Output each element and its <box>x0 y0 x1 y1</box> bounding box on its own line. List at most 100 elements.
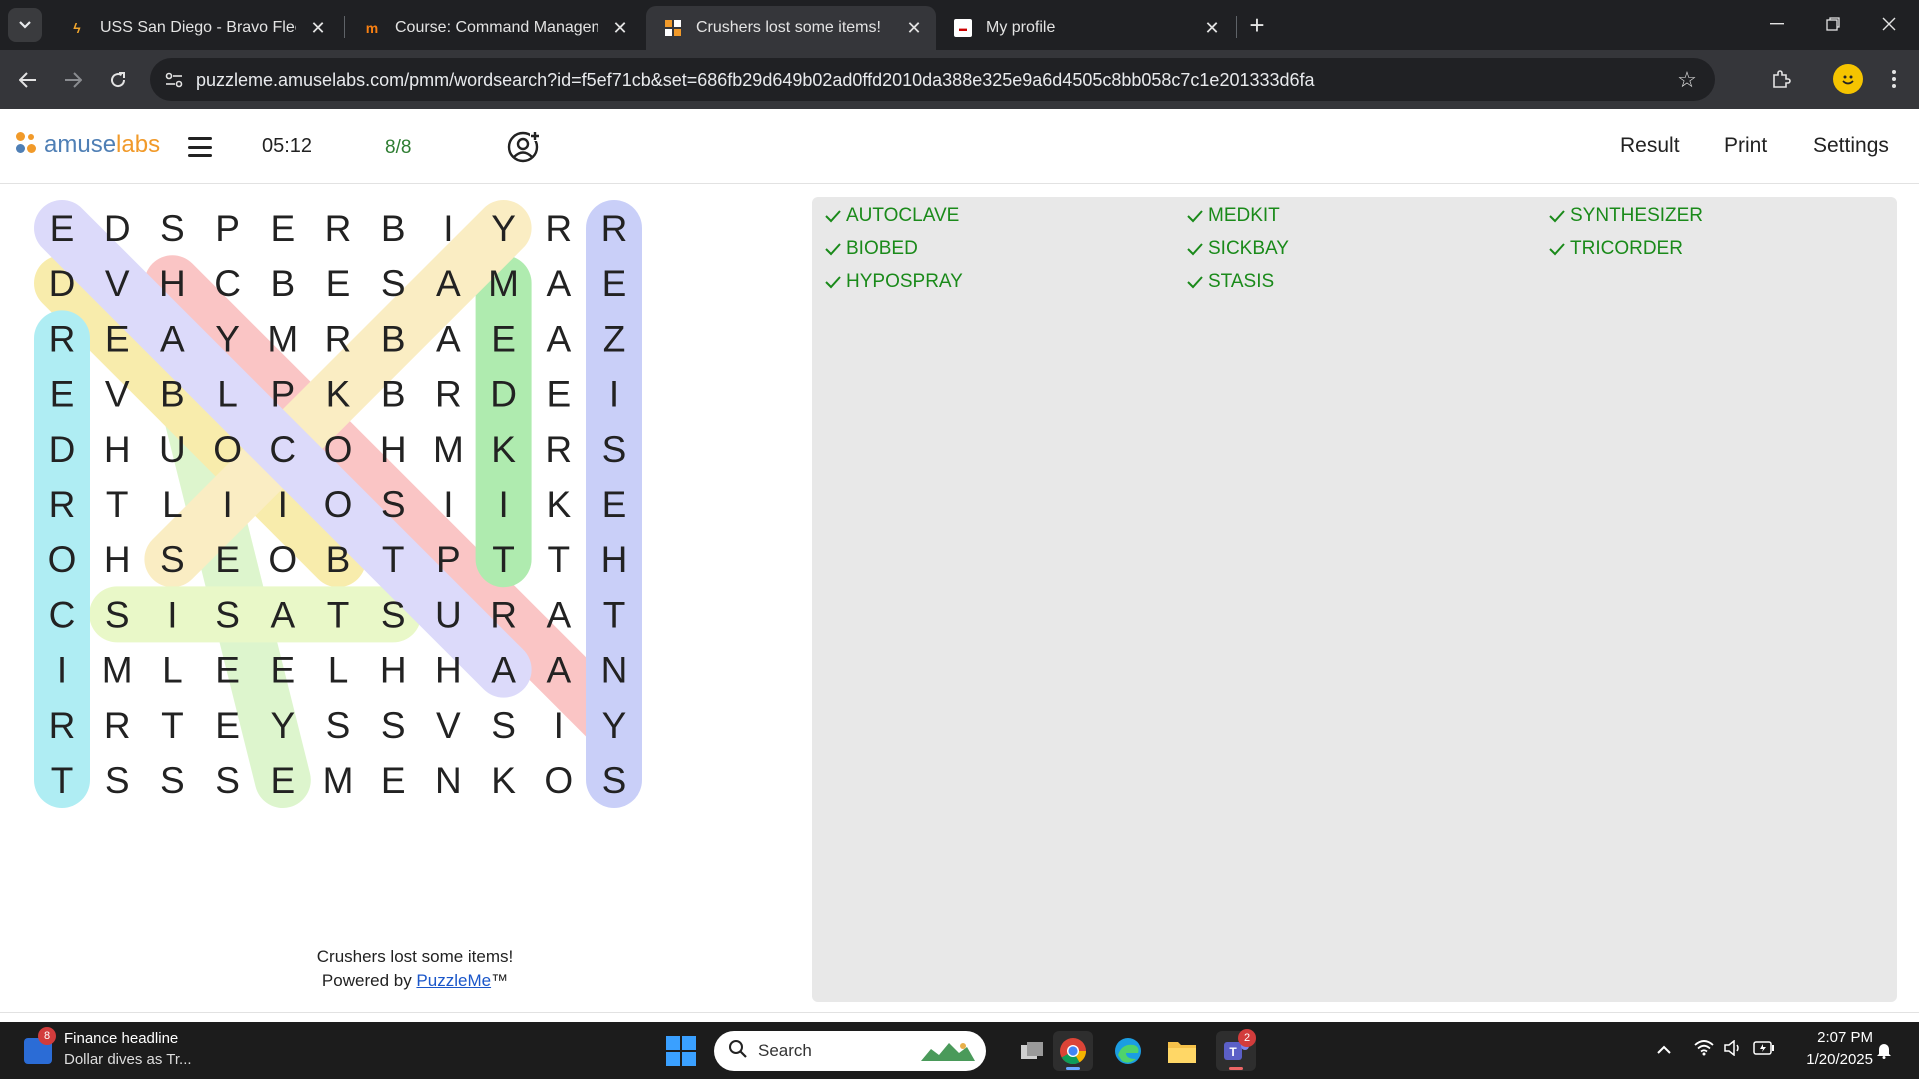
add-player-icon[interactable] <box>505 129 541 165</box>
grid-letter[interactable]: V <box>436 705 461 746</box>
grid-letter[interactable]: E <box>105 318 130 359</box>
grid-letter[interactable]: T <box>327 594 350 635</box>
grid-letter[interactable]: E <box>215 705 240 746</box>
grid-letter[interactable]: S <box>160 208 185 249</box>
grid-letter[interactable]: E <box>215 539 240 580</box>
grid-letter[interactable]: T <box>492 539 515 580</box>
grid-letter[interactable]: S <box>105 760 130 801</box>
grid-letter[interactable]: I <box>57 650 67 691</box>
amuselabs-logo[interactable]: amuselabs <box>16 131 160 159</box>
grid-letter[interactable]: O <box>268 539 297 580</box>
hamburger-menu-icon[interactable] <box>186 134 214 160</box>
grid-letter[interactable]: K <box>326 374 351 415</box>
grid-letter[interactable]: S <box>381 484 406 525</box>
show-hidden-icons-chevron-icon[interactable] <box>1656 1040 1672 1060</box>
grid-letter[interactable]: I <box>278 484 288 525</box>
grid-letter[interactable]: O <box>324 429 353 470</box>
grid-letter[interactable]: M <box>488 263 519 304</box>
grid-letter[interactable]: N <box>601 650 628 691</box>
grid-letter[interactable]: S <box>215 760 240 801</box>
grid-letter[interactable]: R <box>49 705 76 746</box>
file-explorer-icon[interactable] <box>1162 1031 1202 1071</box>
grid-letter[interactable]: H <box>380 429 407 470</box>
grid-letter[interactable]: O <box>48 539 77 580</box>
grid-letter[interactable]: D <box>104 208 131 249</box>
grid-letter[interactable]: T <box>382 539 405 580</box>
grid-letter[interactable]: I <box>222 484 232 525</box>
grid-letter[interactable]: E <box>270 650 295 691</box>
grid-letter[interactable]: I <box>498 484 508 525</box>
grid-letter[interactable]: R <box>104 705 131 746</box>
grid-letter[interactable]: I <box>167 594 177 635</box>
grid-letter[interactable]: H <box>380 650 407 691</box>
grid-letter[interactable]: T <box>161 705 184 746</box>
grid-letter[interactable]: R <box>545 208 572 249</box>
grid-letter[interactable]: E <box>381 760 406 801</box>
grid-letter[interactable]: A <box>160 318 185 359</box>
grid-letter[interactable]: R <box>49 318 76 359</box>
minimize-icon[interactable] <box>1754 8 1800 40</box>
grid-letter[interactable]: E <box>326 263 351 304</box>
tab-my-profile[interactable]: ▬ My profile ✕ <box>936 6 1234 50</box>
volume-icon[interactable] <box>1723 1039 1743 1061</box>
new-tab-button[interactable]: + <box>1242 10 1272 40</box>
window-close-icon[interactable] <box>1866 8 1912 40</box>
grid-canvas[interactable]: E D S P E R B I Y R RD V H C B E S A M A ER E A Y M R B A E A ZE V B L P K B… <box>30 195 792 945</box>
close-icon[interactable]: ✕ <box>1200 16 1224 40</box>
grid-letter[interactable]: Z <box>603 318 626 359</box>
clock-date[interactable]: 1/20/2025 <box>1795 1051 1873 1068</box>
grid-letter[interactable]: B <box>270 263 295 304</box>
grid-letter[interactable]: I <box>443 484 453 525</box>
grid-letter[interactable]: M <box>323 760 354 801</box>
grid-letter[interactable]: S <box>160 539 185 580</box>
extensions-puzzle-icon[interactable] <box>1764 62 1798 96</box>
grid-letter[interactable]: E <box>270 760 295 801</box>
close-icon[interactable]: ✕ <box>902 16 926 40</box>
grid-letter[interactable]: I <box>443 208 453 249</box>
grid-letter[interactable]: H <box>104 429 131 470</box>
grid-letter[interactable]: R <box>490 594 517 635</box>
grid-letter[interactable]: A <box>546 650 571 691</box>
close-icon[interactable]: ✕ <box>306 16 330 40</box>
grid-letter[interactable]: E <box>50 374 75 415</box>
grid-letter[interactable]: E <box>50 208 75 249</box>
profile-avatar[interactable] <box>1833 64 1863 94</box>
close-icon[interactable]: ✕ <box>608 16 632 40</box>
notification-bell-icon[interactable] <box>1876 1041 1892 1064</box>
grid-letter[interactable]: R <box>601 208 628 249</box>
settings-button[interactable]: Settings <box>1813 134 1889 158</box>
wifi-icon[interactable] <box>1694 1040 1714 1061</box>
grid-letter[interactable]: O <box>544 760 573 801</box>
grid-letter[interactable]: D <box>49 429 76 470</box>
grid-letter[interactable]: B <box>160 374 185 415</box>
grid-letter[interactable]: H <box>104 539 131 580</box>
grid-letter[interactable]: E <box>602 263 627 304</box>
grid-letter[interactable]: L <box>162 650 183 691</box>
back-arrow-icon[interactable] <box>10 62 46 98</box>
address-bar[interactable]: puzzleme.amuselabs.com/pmm/wordsearch?id… <box>150 58 1715 101</box>
grid-letter[interactable]: C <box>269 429 296 470</box>
battery-icon[interactable] <box>1753 1040 1775 1060</box>
grid-letter[interactable]: I <box>554 705 564 746</box>
tab-course-command-management[interactable]: m Course: Command Managemen ✕ <box>345 6 642 50</box>
grid-letter[interactable]: S <box>602 429 627 470</box>
grid-letter[interactable]: Y <box>270 705 295 746</box>
grid-letter[interactable]: O <box>324 484 353 525</box>
grid-letter[interactable]: P <box>215 208 240 249</box>
grid-letter[interactable]: P <box>436 539 461 580</box>
grid-letter[interactable]: L <box>328 650 349 691</box>
grid-letter[interactable]: A <box>491 650 516 691</box>
taskbar-search[interactable]: Search <box>714 1031 986 1071</box>
grid-letter[interactable]: R <box>325 208 352 249</box>
grid-letter[interactable]: T <box>603 594 626 635</box>
grid-letter[interactable]: E <box>546 374 571 415</box>
grid-letter[interactable]: A <box>270 594 295 635</box>
grid-letter[interactable]: K <box>491 429 516 470</box>
grid-letter[interactable]: B <box>381 318 406 359</box>
chrome-taskbar-icon[interactable] <box>1053 1031 1093 1071</box>
grid-letter[interactable]: H <box>601 539 628 580</box>
grid-letter[interactable]: U <box>159 429 186 470</box>
grid-letter[interactable]: V <box>105 374 130 415</box>
grid-letter[interactable]: R <box>545 429 572 470</box>
grid-letter[interactable]: K <box>491 760 516 801</box>
